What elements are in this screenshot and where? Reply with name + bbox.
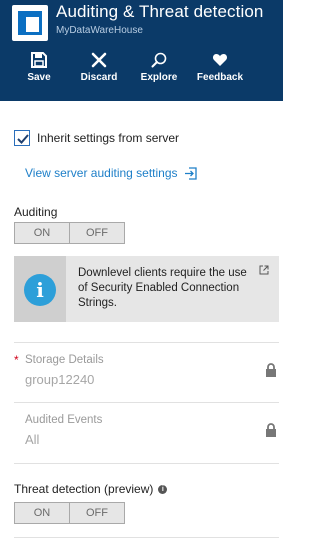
feedback-label: Feedback — [196, 72, 244, 83]
checkmark-icon — [17, 134, 29, 144]
info-message-text: Downlevel clients require the use of Sec… — [78, 267, 247, 309]
page-title: Auditing & Threat detection — [56, 2, 264, 21]
required-indicator: * — [14, 353, 19, 367]
inherit-settings-checkbox[interactable] — [14, 130, 30, 146]
info-icon: i — [24, 274, 56, 306]
info-message: i Downlevel clients require the use of S… — [14, 256, 279, 322]
lock-icon — [266, 423, 276, 437]
save-label: Save — [27, 72, 51, 83]
threat-detection-off-option[interactable]: OFF — [69, 503, 124, 523]
navigate-icon — [184, 166, 197, 180]
info-icon-panel: i — [14, 256, 66, 322]
discard-label: Discard — [80, 72, 118, 83]
external-link-icon[interactable] — [259, 265, 269, 275]
divider — [14, 537, 279, 538]
sql-data-warehouse-icon — [12, 5, 48, 41]
search-icon — [151, 52, 167, 68]
divider — [14, 463, 279, 464]
page-subtitle: MyDataWareHouse — [56, 25, 143, 36]
divider — [14, 402, 279, 403]
view-server-auditing-link[interactable]: View server auditing settings — [25, 166, 197, 180]
inherit-settings-row: Inherit settings from server — [14, 128, 179, 148]
heart-icon — [212, 54, 228, 66]
inherit-settings-label: Inherit settings from server — [37, 131, 180, 145]
save-button[interactable]: Save — [14, 48, 64, 94]
command-bar: Save Discard Explore Feedback — [0, 48, 283, 94]
explore-label: Explore — [140, 72, 178, 83]
lock-icon — [266, 363, 276, 377]
close-icon — [91, 52, 107, 68]
threat-detection-toggle: ON OFF — [14, 502, 125, 524]
threat-detection-heading: Threat detection (preview) i — [14, 482, 168, 496]
audited-events-label: Audited Events — [25, 414, 103, 426]
threat-detection-on-option[interactable]: ON — [15, 503, 69, 523]
auditing-toggle: ON OFF — [14, 222, 125, 244]
audited-events-value[interactable]: All — [25, 432, 39, 447]
discard-button[interactable]: Discard — [76, 48, 122, 94]
auditing-label: Auditing — [14, 205, 58, 219]
explore-button[interactable]: Explore — [136, 48, 182, 94]
view-server-auditing-label: View server auditing settings — [25, 166, 178, 180]
divider — [14, 342, 279, 343]
auditing-on-option[interactable]: ON — [15, 223, 69, 243]
info-icon[interactable]: i — [158, 484, 168, 494]
storage-details-label: Storage Details — [25, 354, 104, 366]
storage-details-value[interactable]: group12240 — [25, 372, 94, 387]
feedback-button[interactable]: Feedback — [195, 48, 245, 94]
save-icon — [31, 52, 47, 68]
blade-header: Auditing & Threat detection MyDataWareHo… — [0, 0, 283, 101]
auditing-off-option[interactable]: OFF — [69, 223, 124, 243]
threat-detection-label: Threat detection (preview) — [14, 482, 154, 496]
